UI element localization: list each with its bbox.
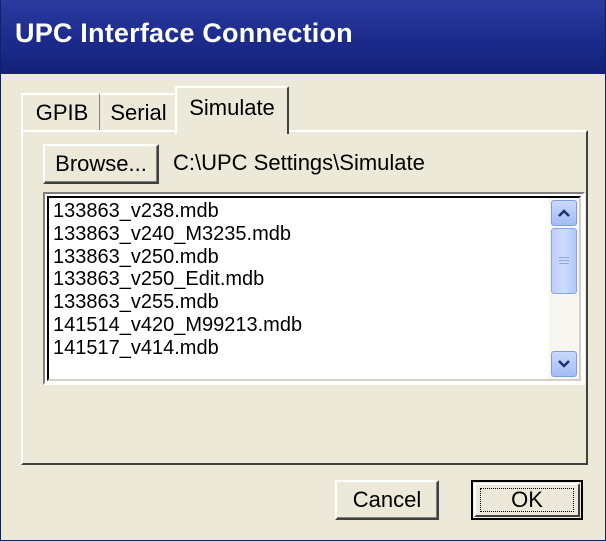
file-listbox[interactable]: 133863_v238.mdb 133863_v240_M3235.mdb 13…: [43, 192, 585, 385]
chevron-down-icon: [558, 360, 570, 368]
file-listbox-inner: 133863_v238.mdb 133863_v240_M3235.mdb 13…: [47, 196, 581, 381]
list-item[interactable]: 133863_v255.mdb: [53, 291, 533, 314]
tab-gpib[interactable]: GPIB: [21, 93, 101, 131]
window-title: UPC Interface Connection: [15, 18, 353, 48]
file-list: 133863_v238.mdb 133863_v240_M3235.mdb 13…: [53, 200, 533, 360]
tab-simulate[interactable]: Simulate: [175, 86, 289, 134]
tab-serial[interactable]: Serial: [99, 93, 179, 131]
title-bar[interactable]: UPC Interface Connection: [1, 0, 605, 74]
list-item[interactable]: 141514_v420_M99213.mdb: [53, 314, 533, 337]
tab-simulate-label: Simulate: [189, 95, 275, 120]
folder-path-label: C:\UPC Settings\Simulate: [173, 150, 425, 175]
scrollbar-thumb[interactable]: [551, 228, 577, 294]
tab-serial-label: Serial: [110, 100, 167, 125]
list-item[interactable]: 133863_v250_Edit.mdb: [53, 268, 533, 291]
list-item[interactable]: 133863_v250.mdb: [53, 246, 533, 269]
vertical-scrollbar[interactable]: [549, 198, 579, 379]
cancel-button[interactable]: Cancel: [335, 480, 439, 520]
dialog-window: UPC Interface Connection GPIB Serial Sim…: [0, 0, 606, 541]
list-item[interactable]: 133863_v238.mdb: [53, 200, 533, 223]
scroll-down-button[interactable]: [551, 351, 577, 377]
ok-button-label: OK: [511, 487, 543, 512]
chevron-up-icon: [558, 209, 570, 217]
tab-gpib-label: GPIB: [35, 100, 89, 125]
cancel-button-label: Cancel: [352, 487, 422, 512]
grip-icon: [559, 256, 569, 266]
ok-button[interactable]: OK: [471, 480, 583, 520]
browse-button-label: Browse...: [55, 151, 147, 176]
list-item[interactable]: 141517_v414.mdb: [53, 337, 533, 360]
list-item[interactable]: 133863_v240_M3235.mdb: [53, 223, 533, 246]
scroll-up-button[interactable]: [551, 200, 577, 226]
browse-button[interactable]: Browse...: [43, 144, 159, 184]
